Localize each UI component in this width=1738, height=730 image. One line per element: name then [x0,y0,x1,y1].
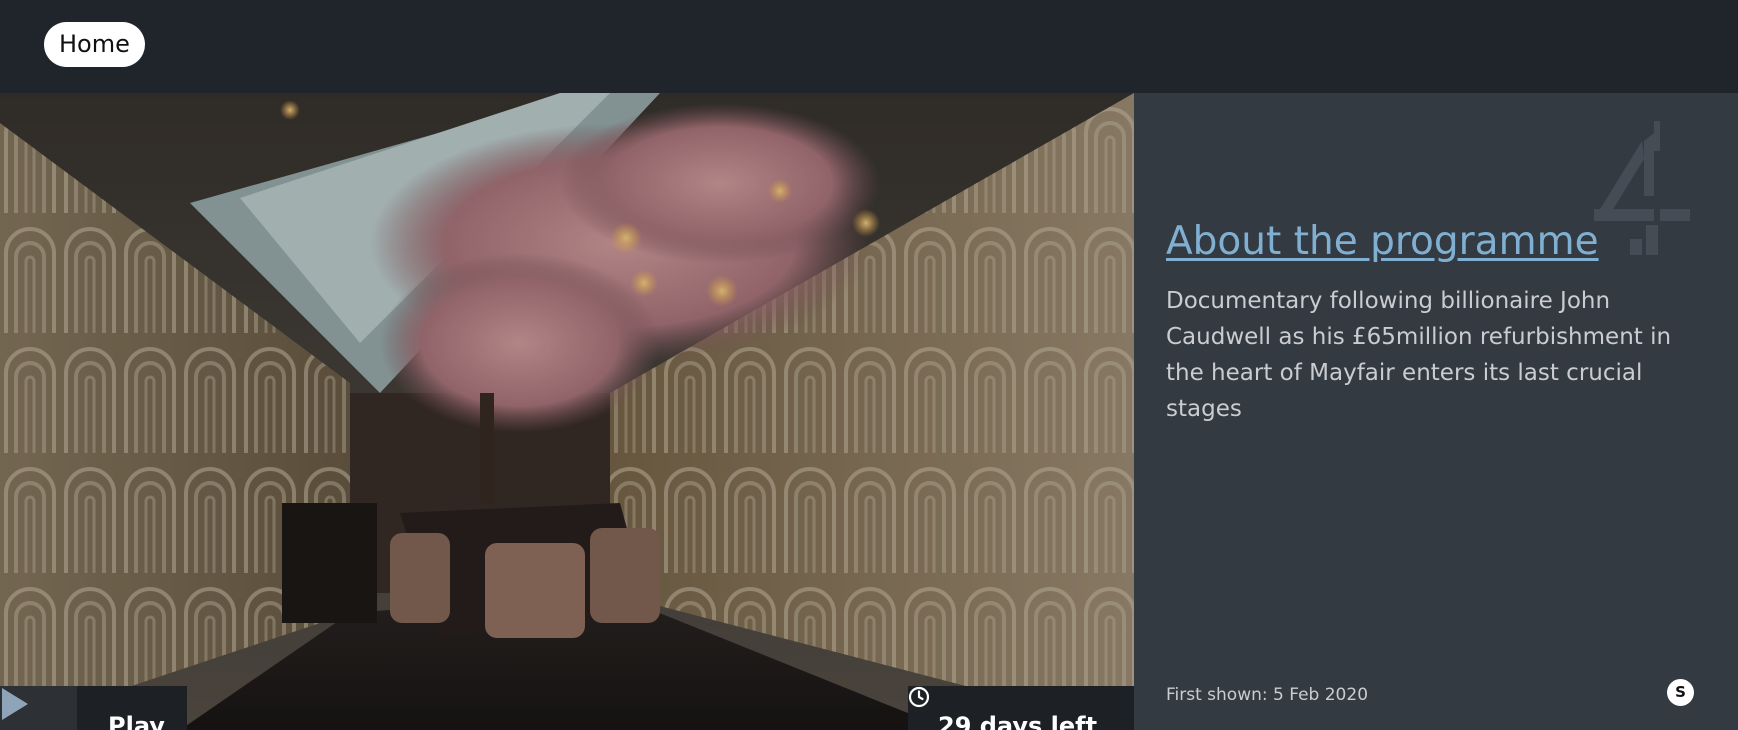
days-left-text: 29 days left [938,712,1098,730]
top-navigation-bar: Home [0,0,1738,93]
programme-hero-image: Play 29 days left [0,93,1134,730]
programme-info-panel: About the programme Documentary followin… [1134,93,1738,730]
subtitles-badge: S [1667,679,1694,706]
play-icon [0,686,77,730]
programme-description: Documentary following billionaire John C… [1166,288,1672,422]
channel-4-logo [1594,121,1690,255]
about-programme-link[interactable]: About the programme [1166,219,1599,264]
dining-room-photo [0,93,1134,730]
clock-icon [908,686,930,708]
play-label: Play [77,686,187,730]
play-button[interactable]: Play [0,686,187,730]
availability-badge: 29 days left [908,686,1134,730]
home-button[interactable]: Home [44,22,145,67]
first-shown-date: First shown: 5 Feb 2020 [1166,685,1369,705]
